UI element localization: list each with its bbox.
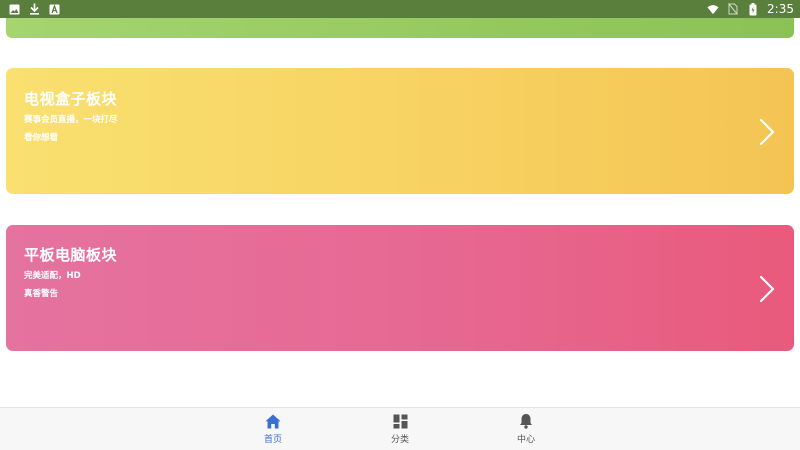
card-subtitle: 赛事会员直播，一块打尽	[24, 115, 118, 125]
tablet-card[interactable]: 平板电脑板块 完美适配，HD 真香警告	[6, 225, 794, 351]
card-tagline: 看你想看	[24, 133, 59, 143]
no-sim-icon	[727, 3, 739, 15]
nav-item-category[interactable]: 分类	[370, 413, 430, 449]
download-icon	[28, 3, 40, 15]
status-time: 2:35	[767, 2, 794, 16]
nav-label-category: 分类	[390, 435, 409, 445]
bottom-nav: 首页 分类 中心	[0, 407, 800, 450]
chevron-right-icon	[759, 118, 775, 146]
nav-label-home: 首页	[263, 435, 282, 445]
bell-icon	[518, 413, 534, 429]
home-icon	[265, 413, 281, 429]
chevron-right-icon	[759, 275, 775, 303]
nav-label-center: 中心	[516, 435, 535, 445]
text-a-icon	[48, 3, 60, 15]
app-screen: 2:35 电视盒子板块 赛事会员直播，一块打尽 看你想看 平板电脑板块 完美适配…	[0, 0, 800, 450]
card-subtitle: 完美适配，HD	[24, 271, 81, 281]
tv-box-card[interactable]: 电视盒子板块 赛事会员直播，一块打尽 看你想看	[6, 68, 794, 194]
card-title: 电视盒子板块	[24, 90, 118, 108]
card-title: 平板电脑板块	[24, 246, 118, 264]
card-tagline: 真香警告	[24, 289, 59, 299]
image-icon	[8, 3, 20, 15]
battery-icon	[747, 2, 759, 15]
nav-item-home[interactable]: 首页	[243, 413, 303, 449]
status-bar: 2:35	[0, 0, 800, 18]
status-right-icons: 2:35	[707, 2, 794, 16]
wifi-icon	[707, 3, 719, 15]
status-left-icons	[8, 3, 60, 15]
nav-item-center[interactable]: 中心	[496, 413, 556, 449]
grid-icon	[392, 413, 408, 429]
